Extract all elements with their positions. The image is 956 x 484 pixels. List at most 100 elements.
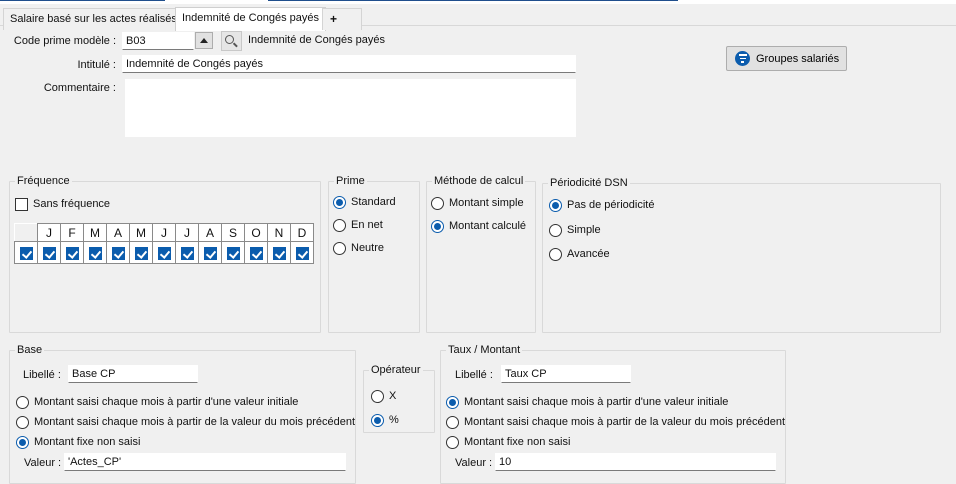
methode-radio-simple[interactable]: Montant simple — [431, 196, 524, 210]
month-check-cell[interactable] — [106, 241, 130, 264]
taux-libelle-input[interactable]: Taux CP — [501, 365, 631, 383]
month-checkbox[interactable] — [88, 246, 102, 260]
periodicite-radio-avancee[interactable]: Avancée — [549, 247, 610, 261]
month-header: A — [198, 223, 222, 242]
radio-dot — [333, 241, 346, 255]
month-check-cell[interactable] — [244, 241, 268, 264]
taux-radio-mois-precedent[interactable]: Montant saisi chaque mois à partir de la… — [446, 415, 785, 429]
month-check-cell[interactable] — [198, 241, 222, 264]
radio-label: Montant fixe non saisi — [34, 436, 141, 448]
month-check-cell[interactable] — [14, 241, 38, 264]
month-check-cell[interactable] — [290, 241, 314, 264]
month-header: J — [175, 223, 199, 242]
periodicite-legend: Périodicité DSN — [550, 177, 628, 189]
radio-dot — [431, 196, 444, 210]
radio-label: Pas de périodicité — [567, 199, 655, 211]
frequence-legend: Fréquence — [17, 175, 70, 187]
month-checkbox[interactable] — [134, 246, 148, 260]
radio-label: Montant calculé — [449, 220, 527, 232]
commentaire-label: Commentaire : — [43, 82, 116, 94]
radio-dot — [371, 389, 384, 403]
month-checkbox[interactable] — [111, 246, 125, 260]
search-icon — [225, 34, 238, 48]
prime-legend: Prime — [336, 175, 365, 187]
radio-dot — [371, 413, 384, 427]
filter-lines-icon — [735, 51, 750, 66]
month-checkbox[interactable] — [249, 246, 263, 260]
periodicite-radio-aucune[interactable]: Pas de périodicité — [549, 198, 654, 212]
month-check-cell[interactable] — [221, 241, 245, 264]
periodicite-radio-simple[interactable]: Simple — [549, 223, 601, 237]
code-search-button[interactable] — [221, 31, 242, 51]
sans-frequence-checkbox[interactable]: Sans fréquence — [15, 197, 110, 211]
tab-salaire-actes[interactable]: Salaire basé sur les actes réalisés — [3, 8, 184, 30]
triangle-up-icon — [200, 38, 208, 43]
radio-label: Montant saisi chaque mois à partir de la… — [464, 416, 786, 428]
month-header: A — [106, 223, 130, 242]
top-accent-line — [0, 0, 165, 1]
month-check-cell[interactable] — [175, 241, 199, 264]
taux-valeur-input[interactable]: 10 — [495, 453, 776, 471]
month-header: M — [129, 223, 153, 242]
prime-radio-en-net[interactable]: En net — [333, 218, 383, 232]
prime-radio-neutre[interactable]: Neutre — [333, 241, 384, 255]
base-legend: Base — [17, 344, 43, 356]
radio-dot — [333, 195, 346, 209]
month-checkbox[interactable] — [157, 246, 171, 260]
radio-label: Standard — [351, 196, 396, 208]
taux-valeur-label: Valeur : — [455, 457, 493, 469]
add-tab-button[interactable]: + — [322, 8, 362, 30]
radio-dot — [16, 415, 29, 429]
radio-label: X — [389, 390, 397, 402]
base-radio-valeur-initiale[interactable]: Montant saisi chaque mois à partir d'une… — [16, 395, 298, 409]
month-checkbox[interactable] — [226, 246, 240, 260]
groupes-salaries-label: Groupes salariés — [756, 52, 840, 65]
month-header: M — [83, 223, 107, 242]
radio-dot — [549, 247, 562, 261]
checkbox-box — [15, 197, 28, 211]
commentaire-textarea[interactable] — [125, 79, 576, 137]
intitule-label: Intitulé : — [77, 59, 116, 71]
month-header: O — [244, 223, 268, 242]
month-check-cell[interactable] — [60, 241, 84, 264]
month-checkbox[interactable] — [272, 246, 286, 260]
code-prime-description: Indemnité de Congés payés — [248, 34, 385, 46]
code-prime-input[interactable]: B03 — [122, 32, 194, 50]
all-months-checkbox[interactable] — [19, 246, 33, 260]
month-check-cell[interactable] — [129, 241, 153, 264]
base-radio-mois-precedent[interactable]: Montant saisi chaque mois à partir de la… — [16, 415, 355, 429]
month-checkbox[interactable] — [295, 246, 309, 260]
base-libelle-label: Libellé : — [23, 369, 61, 381]
intitule-input[interactable]: Indemnité de Congés payés — [122, 55, 576, 73]
months-corner — [14, 223, 38, 242]
month-check-cell[interactable] — [152, 241, 176, 264]
month-checkbox[interactable] — [65, 246, 79, 260]
base-radio-fixe[interactable]: Montant fixe non saisi — [16, 435, 140, 449]
code-up-button[interactable] — [195, 32, 213, 49]
month-checkbox[interactable] — [42, 246, 56, 260]
month-check-cell[interactable] — [267, 241, 291, 264]
month-check-cell[interactable] — [83, 241, 107, 264]
radio-dot — [446, 435, 459, 449]
base-valeur-input[interactable]: 'Actes_CP' — [64, 453, 346, 471]
radio-label: En net — [351, 219, 383, 231]
top-accent-line — [268, 0, 678, 1]
radio-dot — [431, 219, 444, 233]
methode-radio-calcule[interactable]: Montant calculé — [431, 219, 526, 233]
taux-radio-fixe[interactable]: Montant fixe non saisi — [446, 435, 570, 449]
tab-indemnite-conges[interactable]: Indemnité de Congés payés — [175, 7, 326, 31]
radio-label: Montant saisi chaque mois à partir d'une… — [34, 396, 299, 408]
month-header: D — [290, 223, 314, 242]
base-libelle-input[interactable]: Base CP — [68, 365, 198, 383]
operateur-radio-x[interactable]: X — [371, 389, 396, 403]
radio-dot — [333, 218, 346, 232]
radio-dot — [16, 395, 29, 409]
month-checkbox[interactable] — [180, 246, 194, 260]
operateur-radio-percent[interactable]: % — [371, 413, 399, 427]
month-check-cell[interactable] — [37, 241, 61, 264]
month-checkbox[interactable] — [203, 246, 217, 260]
taux-radio-valeur-initiale[interactable]: Montant saisi chaque mois à partir d'une… — [446, 395, 728, 409]
prime-radio-standard[interactable]: Standard — [333, 195, 396, 209]
groupes-salaries-button[interactable]: Groupes salariés — [726, 46, 847, 71]
radio-label: % — [389, 414, 399, 426]
